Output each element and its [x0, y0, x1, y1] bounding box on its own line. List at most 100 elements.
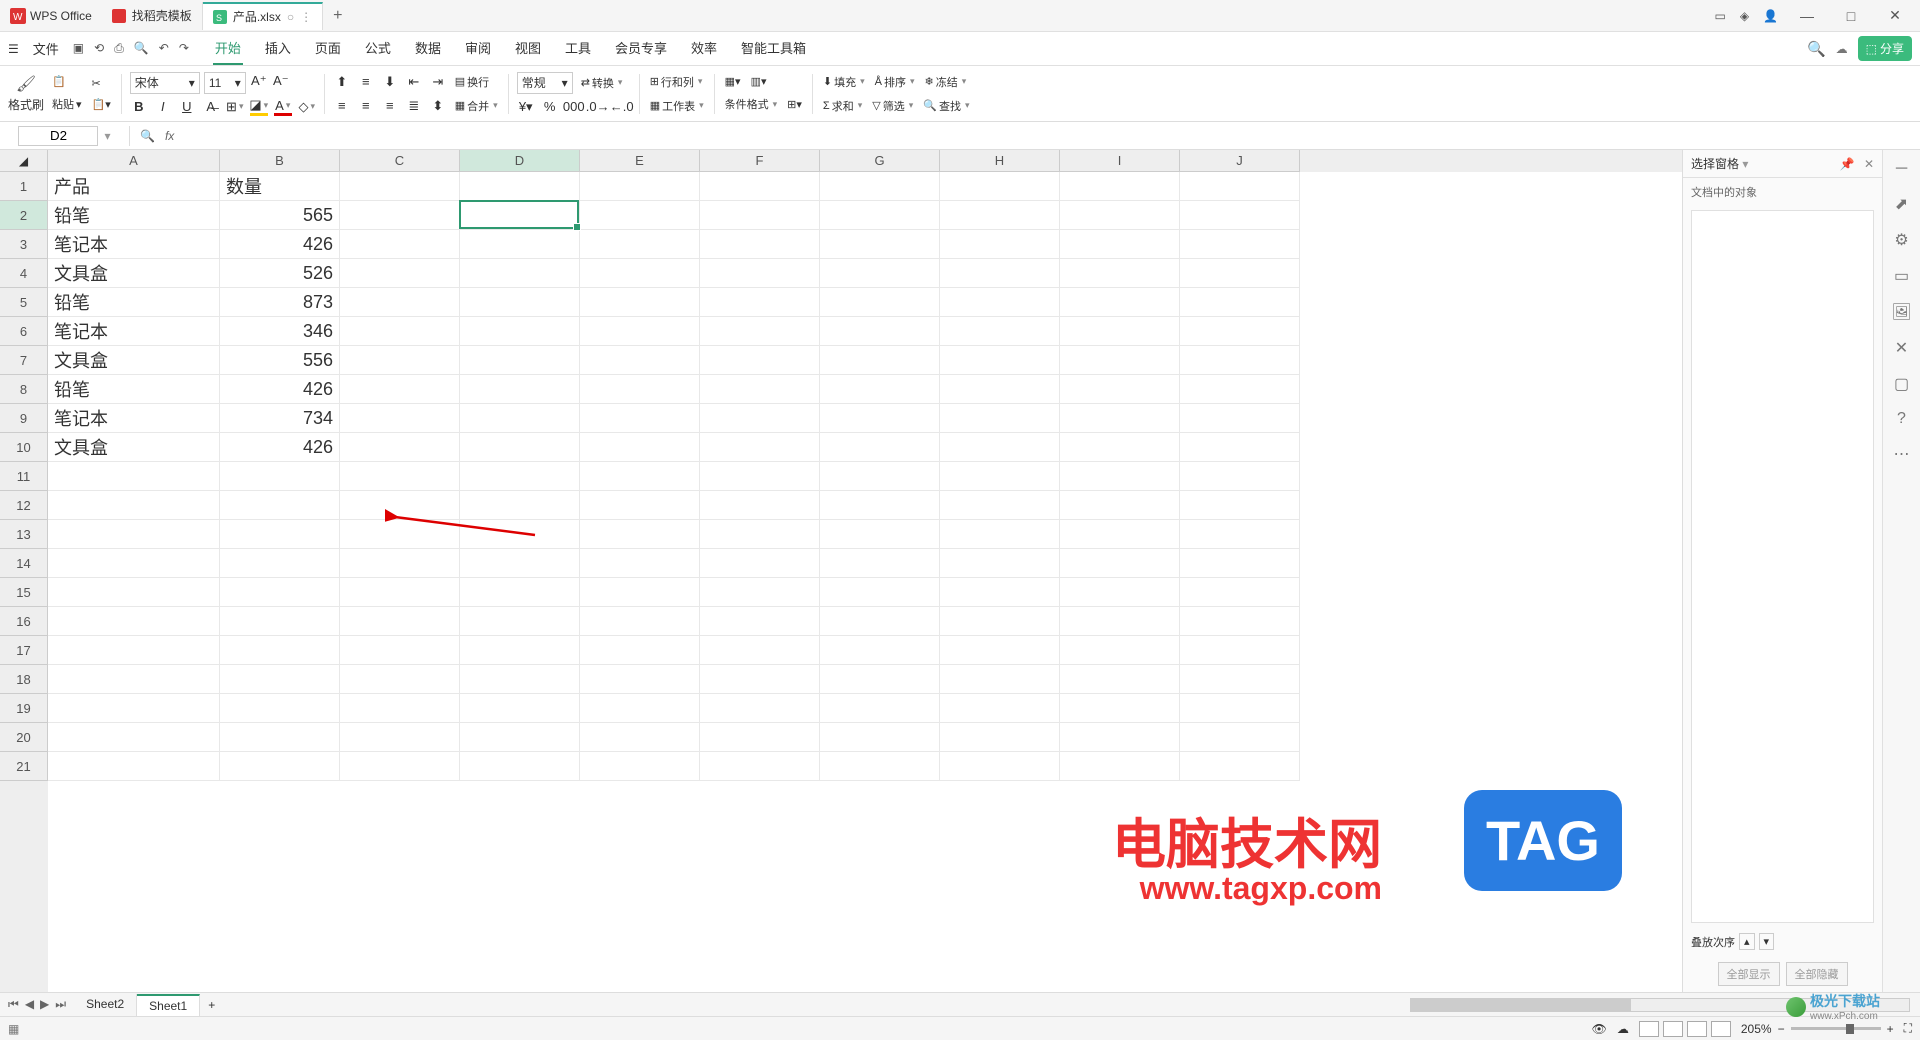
cell[interactable] — [940, 288, 1060, 317]
filter-button[interactable]: ▽ 筛选 — [870, 96, 915, 116]
view-break-button[interactable] — [1687, 1021, 1707, 1037]
view-page-button[interactable] — [1663, 1021, 1683, 1037]
cell[interactable] — [48, 752, 220, 781]
cell[interactable] — [1180, 665, 1300, 694]
cell[interactable] — [700, 317, 820, 346]
comma-button[interactable]: 000 — [565, 98, 583, 116]
cell[interactable] — [460, 520, 580, 549]
cell[interactable] — [940, 201, 1060, 230]
rowcol-button[interactable]: ⊞ 行和列 — [648, 72, 706, 92]
wrap-button[interactable]: ▤ 换行 — [453, 72, 491, 92]
cloud-status-icon[interactable]: ☁ — [1617, 1022, 1629, 1036]
cell[interactable] — [460, 172, 580, 201]
cell[interactable] — [48, 665, 220, 694]
cell[interactable] — [220, 723, 340, 752]
cell[interactable] — [48, 578, 220, 607]
cell[interactable] — [820, 549, 940, 578]
align-right-button[interactable]: ≡ — [381, 97, 399, 115]
row-header-17[interactable]: 17 — [0, 636, 48, 665]
show-all-button[interactable]: 全部显示 — [1718, 962, 1780, 986]
row-header-16[interactable]: 16 — [0, 607, 48, 636]
cell[interactable] — [1060, 288, 1180, 317]
cell[interactable] — [700, 375, 820, 404]
cell[interactable] — [340, 607, 460, 636]
cell[interactable] — [820, 752, 940, 781]
horizontal-scrollbar[interactable] — [1410, 998, 1910, 1012]
cell[interactable] — [460, 462, 580, 491]
worksheet-button[interactable]: ▦ 工作表 — [648, 96, 706, 116]
cell[interactable] — [1180, 404, 1300, 433]
cell[interactable] — [940, 230, 1060, 259]
cell[interactable] — [820, 375, 940, 404]
cell[interactable] — [1180, 259, 1300, 288]
cell[interactable] — [580, 172, 700, 201]
copy-button[interactable]: 📋 — [50, 73, 84, 90]
cell[interactable] — [580, 607, 700, 636]
data-cell[interactable]: 铅笔 — [48, 288, 220, 317]
row-header-10[interactable]: 10 — [0, 433, 48, 462]
align-mid-button[interactable]: ≡ — [357, 73, 375, 91]
font-color-button[interactable]: A — [274, 98, 292, 116]
cell[interactable] — [1180, 288, 1300, 317]
cell[interactable] — [340, 636, 460, 665]
data-cell[interactable]: 笔记本 — [48, 404, 220, 433]
cell[interactable] — [940, 317, 1060, 346]
indent-inc-button[interactable]: ⇥ — [429, 73, 447, 91]
cell[interactable] — [580, 694, 700, 723]
header-cell[interactable]: 数量 — [220, 172, 340, 201]
align-left-button[interactable]: ≡ — [333, 97, 351, 115]
cell[interactable] — [48, 520, 220, 549]
cell[interactable] — [820, 520, 940, 549]
table-style-button[interactable]: ▦▾ — [723, 73, 743, 90]
cell[interactable] — [940, 607, 1060, 636]
cell[interactable] — [580, 462, 700, 491]
number-format-select[interactable]: 常规▾ — [517, 72, 573, 94]
cell[interactable] — [340, 433, 460, 462]
cell[interactable] — [220, 462, 340, 491]
avatar-icon[interactable]: 👤 — [1763, 9, 1778, 23]
cell[interactable] — [1060, 752, 1180, 781]
row-header-4[interactable]: 4 — [0, 259, 48, 288]
save-icon[interactable]: ▣ — [73, 41, 84, 56]
decrease-font-button[interactable]: A⁻ — [272, 72, 290, 90]
hide-all-button[interactable]: 全部隐藏 — [1786, 962, 1848, 986]
cell[interactable] — [580, 404, 700, 433]
cell[interactable] — [1060, 346, 1180, 375]
cell[interactable] — [700, 752, 820, 781]
view-normal-button[interactable] — [1639, 1021, 1659, 1037]
fullscreen-icon[interactable]: ⛶ — [1904, 1021, 1912, 1036]
menu-tab-审阅[interactable]: 审阅 — [463, 32, 493, 65]
cell[interactable] — [460, 404, 580, 433]
data-cell[interactable]: 文具盒 — [48, 259, 220, 288]
cell[interactable] — [340, 694, 460, 723]
share-button[interactable]: ⬚ 分享 — [1858, 36, 1912, 61]
col-header-D[interactable]: D — [460, 150, 580, 172]
cell[interactable] — [1060, 462, 1180, 491]
cell[interactable] — [340, 346, 460, 375]
find-button[interactable]: 🔍 查找 — [921, 96, 971, 116]
cell[interactable] — [700, 172, 820, 201]
minimize-button[interactable]: — — [1792, 8, 1822, 24]
data-cell[interactable]: 426 — [220, 230, 340, 259]
cell[interactable] — [340, 259, 460, 288]
cell[interactable] — [340, 549, 460, 578]
cell[interactable] — [700, 694, 820, 723]
menu-tab-页面[interactable]: 页面 — [313, 32, 343, 65]
cloud-icon[interactable]: ☁ — [1836, 42, 1848, 56]
cell[interactable] — [1060, 665, 1180, 694]
cell[interactable] — [940, 578, 1060, 607]
cell[interactable] — [1060, 520, 1180, 549]
cell[interactable] — [460, 433, 580, 462]
cell[interactable] — [460, 201, 580, 230]
cell[interactable] — [580, 520, 700, 549]
doc-tab-template[interactable]: 找稻壳模板 — [102, 2, 203, 30]
cell[interactable] — [1180, 172, 1300, 201]
cell[interactable] — [48, 462, 220, 491]
paste-opts-button[interactable]: 📋▾ — [90, 96, 113, 113]
col-header-I[interactable]: I — [1060, 150, 1180, 172]
cell[interactable] — [1060, 694, 1180, 723]
cell[interactable] — [940, 752, 1060, 781]
cell[interactable] — [460, 549, 580, 578]
data-cell[interactable]: 565 — [220, 201, 340, 230]
cell[interactable] — [48, 491, 220, 520]
